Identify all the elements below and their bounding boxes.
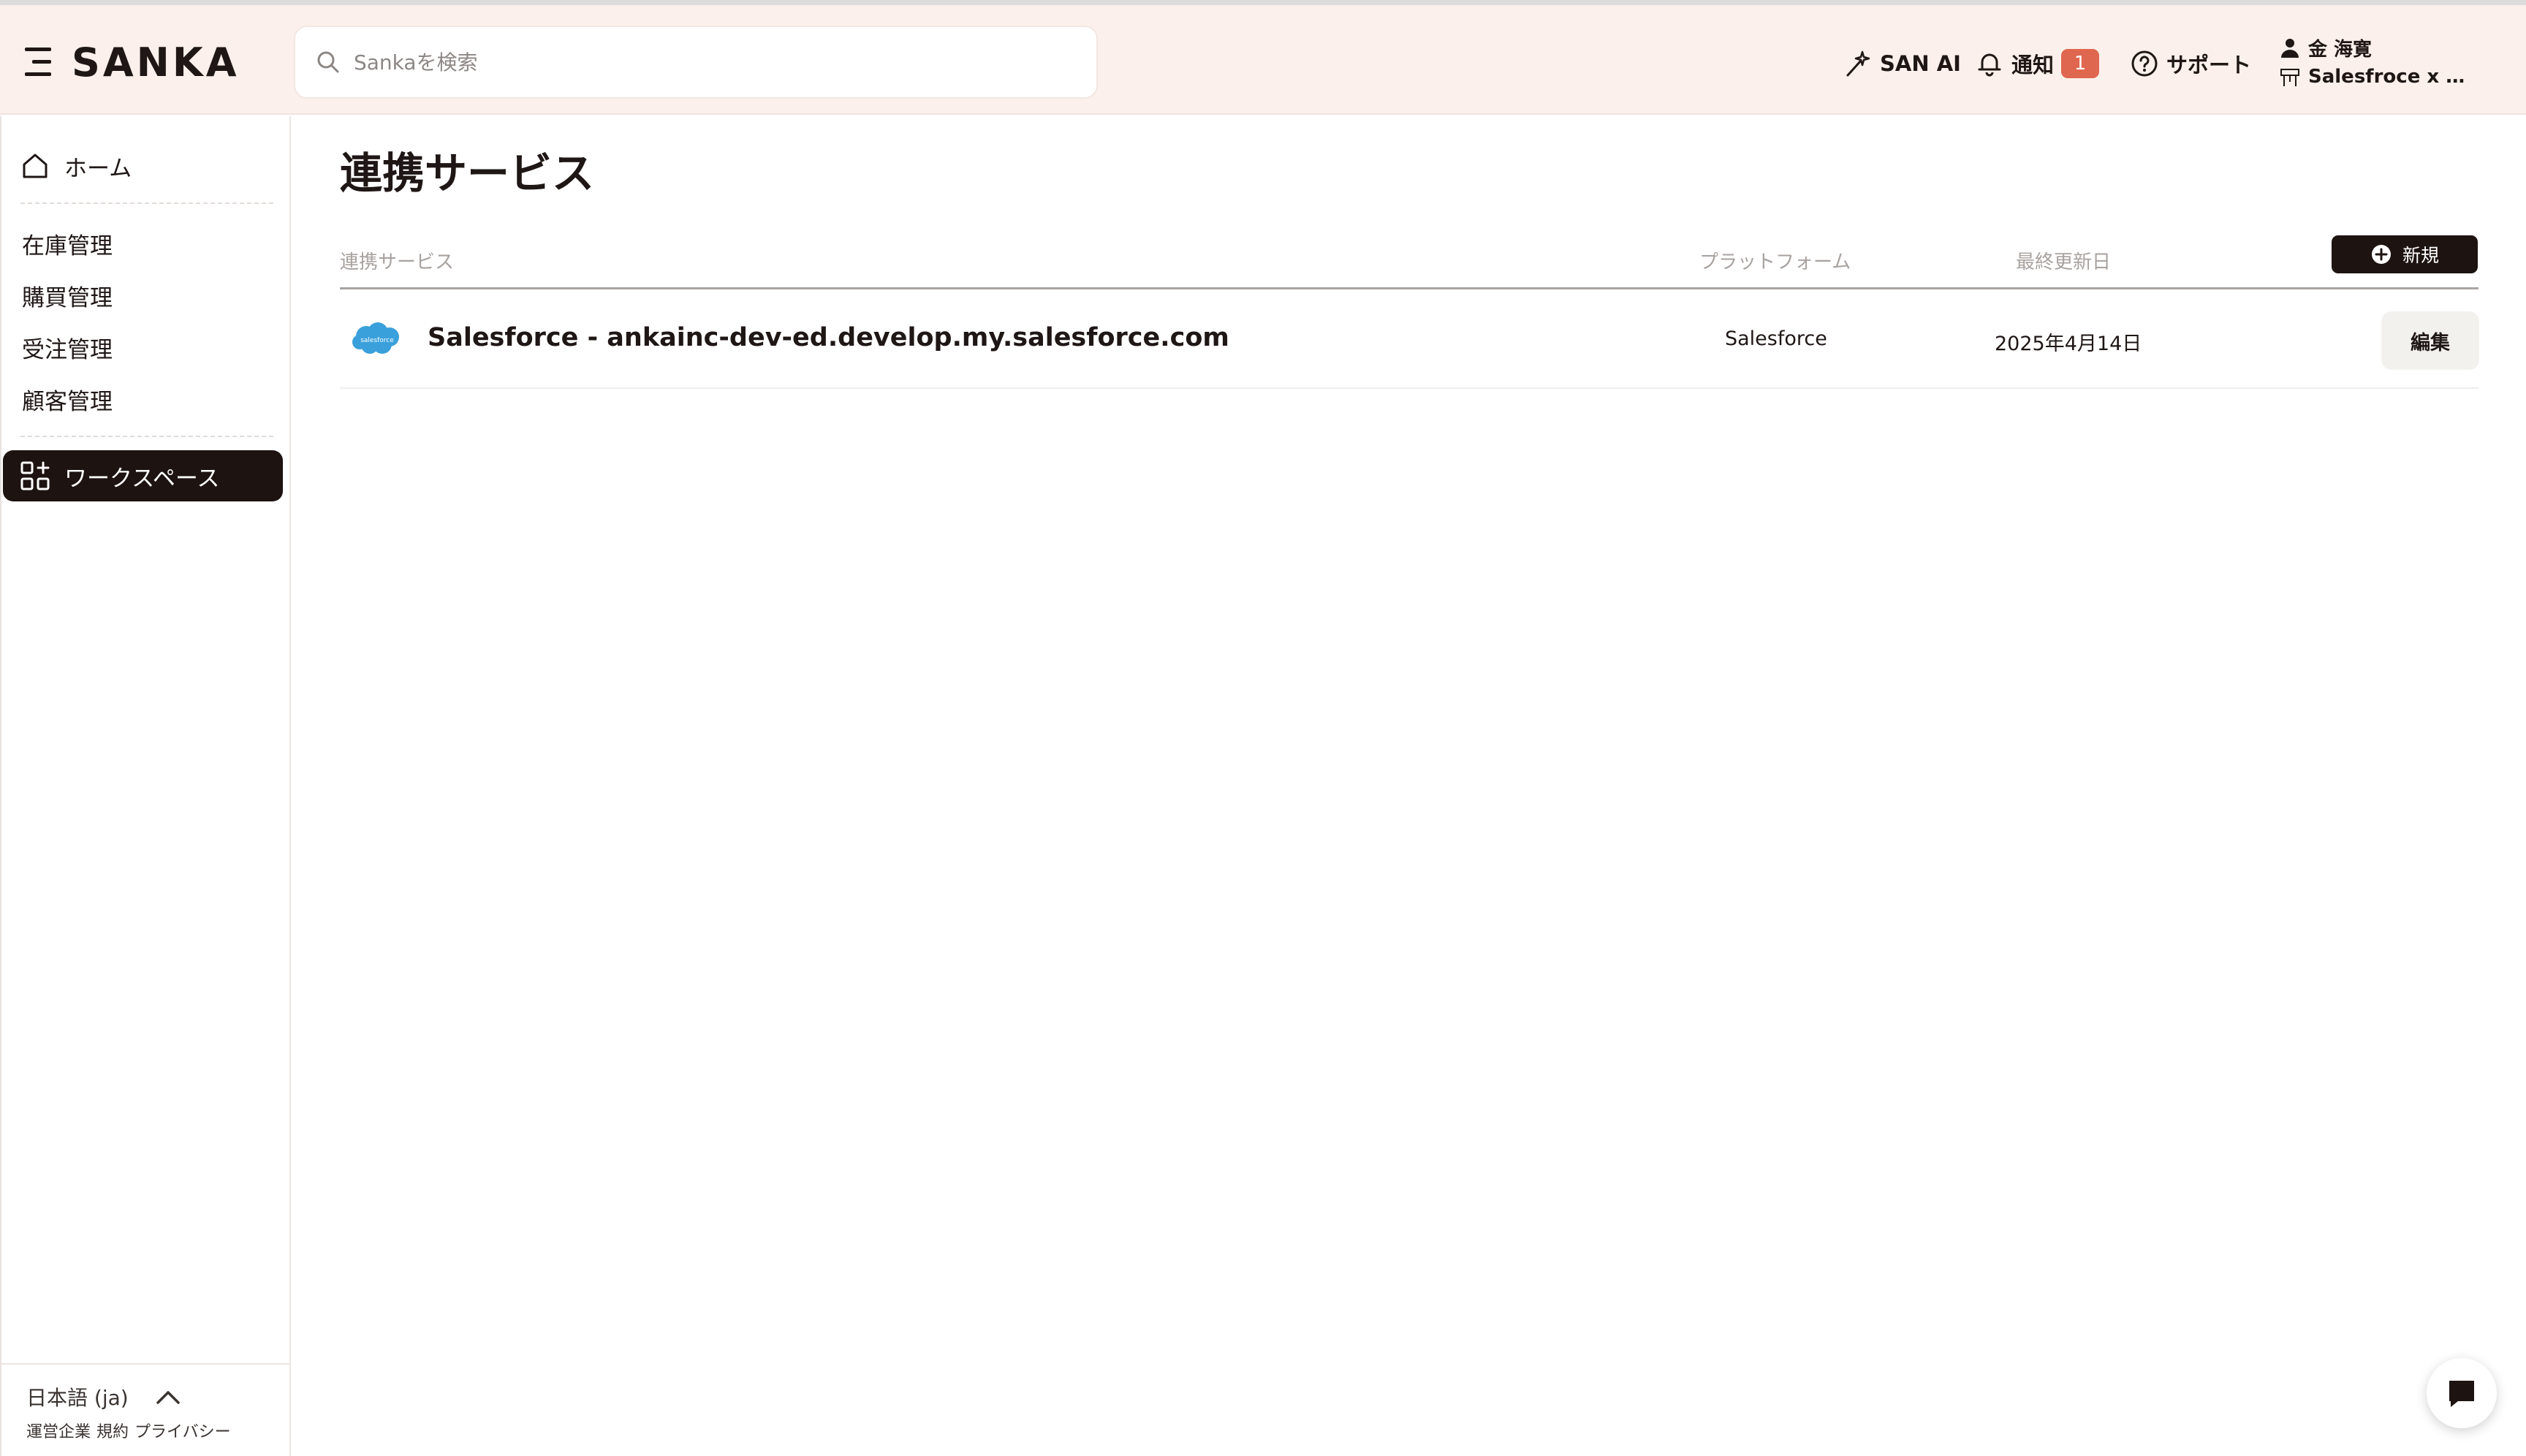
chat-icon xyxy=(2449,1381,2474,1407)
sidebar-item-label: ワークスペース xyxy=(64,465,220,492)
salesforce-logo: salesforce xyxy=(352,322,399,354)
user-name-row: 金 海寛 xyxy=(2279,33,2498,62)
platform-value: Salesforce xyxy=(1725,327,1827,350)
new-button-label: 新規 xyxy=(2402,245,2439,266)
app-logo[interactable]: SANKA xyxy=(25,39,240,86)
column-header-updated: 最終更新日 xyxy=(2016,251,2112,273)
sidebar-item-purchasing[interactable]: 購買管理 xyxy=(22,277,113,314)
help-icon xyxy=(2131,50,2158,77)
chat-button[interactable] xyxy=(2427,1358,2497,1428)
home-icon xyxy=(23,153,48,178)
san-ai-button[interactable]: SAN AI xyxy=(1843,43,1961,84)
user-menu[interactable]: 金 海寛 Salesfroce x Hub… xyxy=(2279,33,2498,91)
workspace-row: Salesfroce x Hub… xyxy=(2279,62,2498,91)
search-bar[interactable] xyxy=(294,26,1098,99)
wand-icon xyxy=(1846,50,1870,77)
footer-links: 運営企業 規約 プライバシー xyxy=(26,1419,231,1442)
sidebar-divider xyxy=(20,202,273,204)
workspace-name: Salesfroce x Hub… xyxy=(2308,66,2476,88)
service-name[interactable]: Salesforce - ankainc-dev-ed.develop.my.s… xyxy=(428,323,1229,352)
sidebar-item-label: ホーム xyxy=(64,155,132,182)
page-title: 連携サービス xyxy=(340,148,595,198)
table-row[interactable]: salesforce Salesforce - ankainc-dev-ed.d… xyxy=(340,291,2479,389)
column-header-service: 連携サービス xyxy=(340,251,455,273)
sidebar-item-label: 受注管理 xyxy=(22,336,113,363)
search-icon xyxy=(317,51,339,73)
svg-text:salesforce: salesforce xyxy=(360,337,394,344)
window-top-strip xyxy=(0,0,2526,5)
user-name: 金 海寛 xyxy=(2308,38,2373,61)
user-icon xyxy=(2281,39,2299,58)
sidebar: ホーム 在庫管理 購買管理 受注管理 顧客管理 ワークスペース 日本語 (ja)… xyxy=(0,116,291,1456)
sidebar-item-orders[interactable]: 受注管理 xyxy=(22,329,113,365)
sidebar-item-workspace[interactable]: ワークスペース xyxy=(3,450,283,501)
footer-link-terms[interactable]: 規約 xyxy=(96,1419,129,1442)
notification-count-badge: 1 xyxy=(2061,49,2100,78)
san-ai-label: SAN AI xyxy=(1880,51,1961,76)
search-input[interactable] xyxy=(354,50,1012,75)
sidebar-item-label: 在庫管理 xyxy=(22,232,113,259)
footer-link-privacy[interactable]: プライバシー xyxy=(134,1419,231,1442)
support-label: サポート xyxy=(2166,53,2252,77)
updated-date: 2025年4月14日 xyxy=(1995,333,2142,355)
language-label: 日本語 (ja) xyxy=(26,1386,129,1410)
top-header: SANKA SAN AI 通知 1 サポート xyxy=(0,5,2526,115)
apps-icon xyxy=(20,461,50,490)
workspace-icon xyxy=(2280,69,2299,86)
language-selector[interactable]: 日本語 (ja) xyxy=(26,1376,183,1417)
edit-button-label: 編集 xyxy=(2411,331,2450,354)
edit-button[interactable]: 編集 xyxy=(2381,311,2479,370)
column-header-platform: プラットフォーム xyxy=(1699,251,1851,273)
menu-icon[interactable] xyxy=(25,46,56,78)
sidebar-item-inventory[interactable]: 在庫管理 xyxy=(22,225,113,262)
plus-circle-icon xyxy=(2371,245,2391,264)
app-name: SANKA xyxy=(72,39,240,86)
notifications-label: 通知 xyxy=(2011,53,2055,77)
sidebar-divider xyxy=(20,436,273,437)
sidebar-item-label: 購買管理 xyxy=(22,284,113,311)
notifications-button[interactable]: 通知 1 xyxy=(1975,43,2100,84)
sidebar-item-customers[interactable]: 顧客管理 xyxy=(22,381,113,417)
table-header: 連携サービス プラットフォーム 最終更新日 xyxy=(340,231,2478,289)
new-button[interactable]: 新規 xyxy=(2332,235,2478,273)
sidebar-item-home[interactable]: ホーム xyxy=(20,145,132,186)
sidebar-footer-divider xyxy=(1,1363,291,1365)
sidebar-item-label: 顧客管理 xyxy=(22,388,113,415)
chevron-up-icon xyxy=(156,1391,180,1404)
support-button[interactable]: サポート xyxy=(2130,43,2251,84)
footer-link-company[interactable]: 運営企業 xyxy=(26,1419,91,1442)
bell-icon xyxy=(1978,53,2001,77)
